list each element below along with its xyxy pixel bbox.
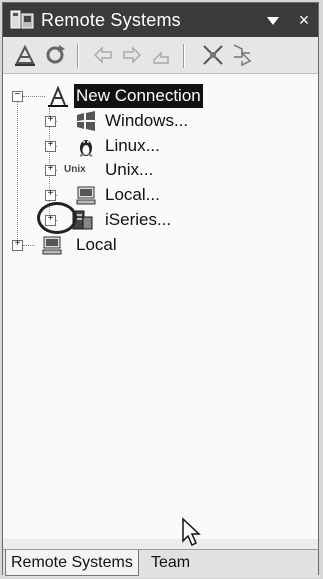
tree-label: Windows... — [105, 111, 189, 130]
highlight-circle — [37, 202, 77, 234]
tree-item-local[interactable]: + Local — [3, 233, 318, 257]
expand-toggle[interactable]: + — [12, 240, 23, 251]
view-toolbar — [3, 37, 318, 74]
tree-item-unix[interactable]: + Unix Unix... — [3, 158, 318, 182]
chevron-down-icon — [267, 17, 279, 25]
up-arrow-icon[interactable] — [149, 43, 173, 67]
windows-icon — [75, 110, 97, 132]
linux-penguin-icon — [75, 135, 97, 157]
tree-label: Unix... — [105, 160, 154, 179]
toolbar-separator — [77, 44, 79, 68]
collapse-toggle[interactable]: − — [12, 91, 23, 102]
view-title: Remote Systems — [41, 10, 181, 30]
tree-label: New Connection — [74, 84, 203, 108]
connection-tree: − New Connection + Windows... + Linux...… — [3, 74, 318, 539]
tree-item-windows[interactable]: + Windows... — [3, 109, 318, 133]
expand-toggle[interactable]: + — [45, 116, 56, 127]
close-button[interactable]: × — [293, 8, 315, 32]
computer-icon — [41, 234, 63, 256]
tree-label: Local — [76, 235, 117, 254]
new-connection-icon — [47, 85, 69, 107]
expand-toggle[interactable]: + — [45, 165, 56, 176]
computer-icon — [75, 184, 97, 206]
collapse-all-icon[interactable] — [201, 43, 225, 67]
tree-item-linux[interactable]: + Linux... — [3, 134, 318, 158]
view-titlebar: Remote Systems × — [3, 3, 318, 37]
refresh-icon[interactable] — [43, 43, 67, 67]
expand-toggle[interactable]: + — [45, 141, 56, 152]
view-tabs: Remote Systems Team — [3, 549, 318, 577]
new-connection-icon[interactable] — [13, 43, 37, 67]
remote-systems-view: Remote Systems × − New Connection + Wind… — [2, 2, 319, 577]
tree-label: Local... — [105, 185, 160, 204]
tree-item-new-connection[interactable]: − New Connection — [3, 84, 318, 108]
tab-team[interactable]: Team — [146, 550, 195, 575]
expand-toggle[interactable]: + — [45, 190, 56, 201]
forward-arrow-icon[interactable] — [120, 43, 144, 67]
tree-label: iSeries... — [105, 210, 172, 229]
unix-icon: Unix — [64, 164, 86, 175]
link-with-editor-icon[interactable] — [230, 43, 254, 67]
back-arrow-icon[interactable] — [91, 43, 115, 67]
tab-remote-systems[interactable]: Remote Systems — [5, 550, 139, 576]
view-menu-button[interactable] — [262, 8, 284, 32]
toolbar-separator — [183, 44, 185, 68]
mouse-cursor-icon — [181, 517, 203, 547]
tree-label: Linux... — [105, 136, 160, 155]
remote-systems-icon — [10, 10, 34, 30]
